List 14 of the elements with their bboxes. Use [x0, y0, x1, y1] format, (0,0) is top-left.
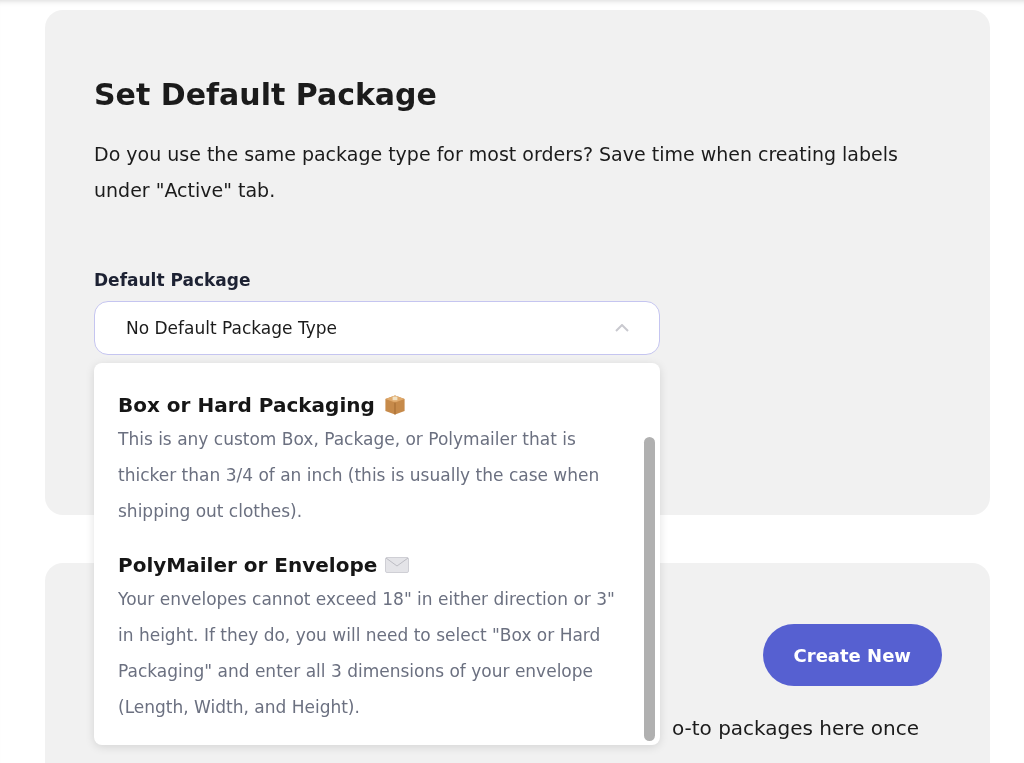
scrollbar-thumb[interactable]	[644, 437, 655, 741]
create-new-button[interactable]: Create New	[762, 624, 942, 686]
body-text: o-to packages here once	[671, 715, 919, 742]
option-description: Your envelopes cannot exceed 18" in either direction or 3" in height. If they do, you will need to select "Box or Hard Packaging" and enter all 3 dimensions of your envelope (Length, Width, and Height).	[118, 588, 616, 719]
option-title[interactable]: PolyMailer or Envelope	[118, 549, 378, 581]
box-icon	[382, 393, 407, 417]
section-title: Set Default Package	[94, 76, 437, 114]
option-title[interactable]: Box or Hard Packaging	[118, 389, 375, 421]
chevron-icon	[615, 324, 629, 332]
envelope-icon	[385, 557, 410, 573]
field-label: Default Package	[94, 269, 251, 292]
description-text: Do you use the same package type for most orders? Save time when creating labels under "Active" tab.	[94, 142, 899, 203]
package-select[interactable]: No Default Package Type	[94, 301, 660, 355]
option-description: This is any custom Box, Package, or Polymailer that is thicker than 3/4 of an inch (this is usually the case when shipping out clothes).	[118, 428, 601, 523]
